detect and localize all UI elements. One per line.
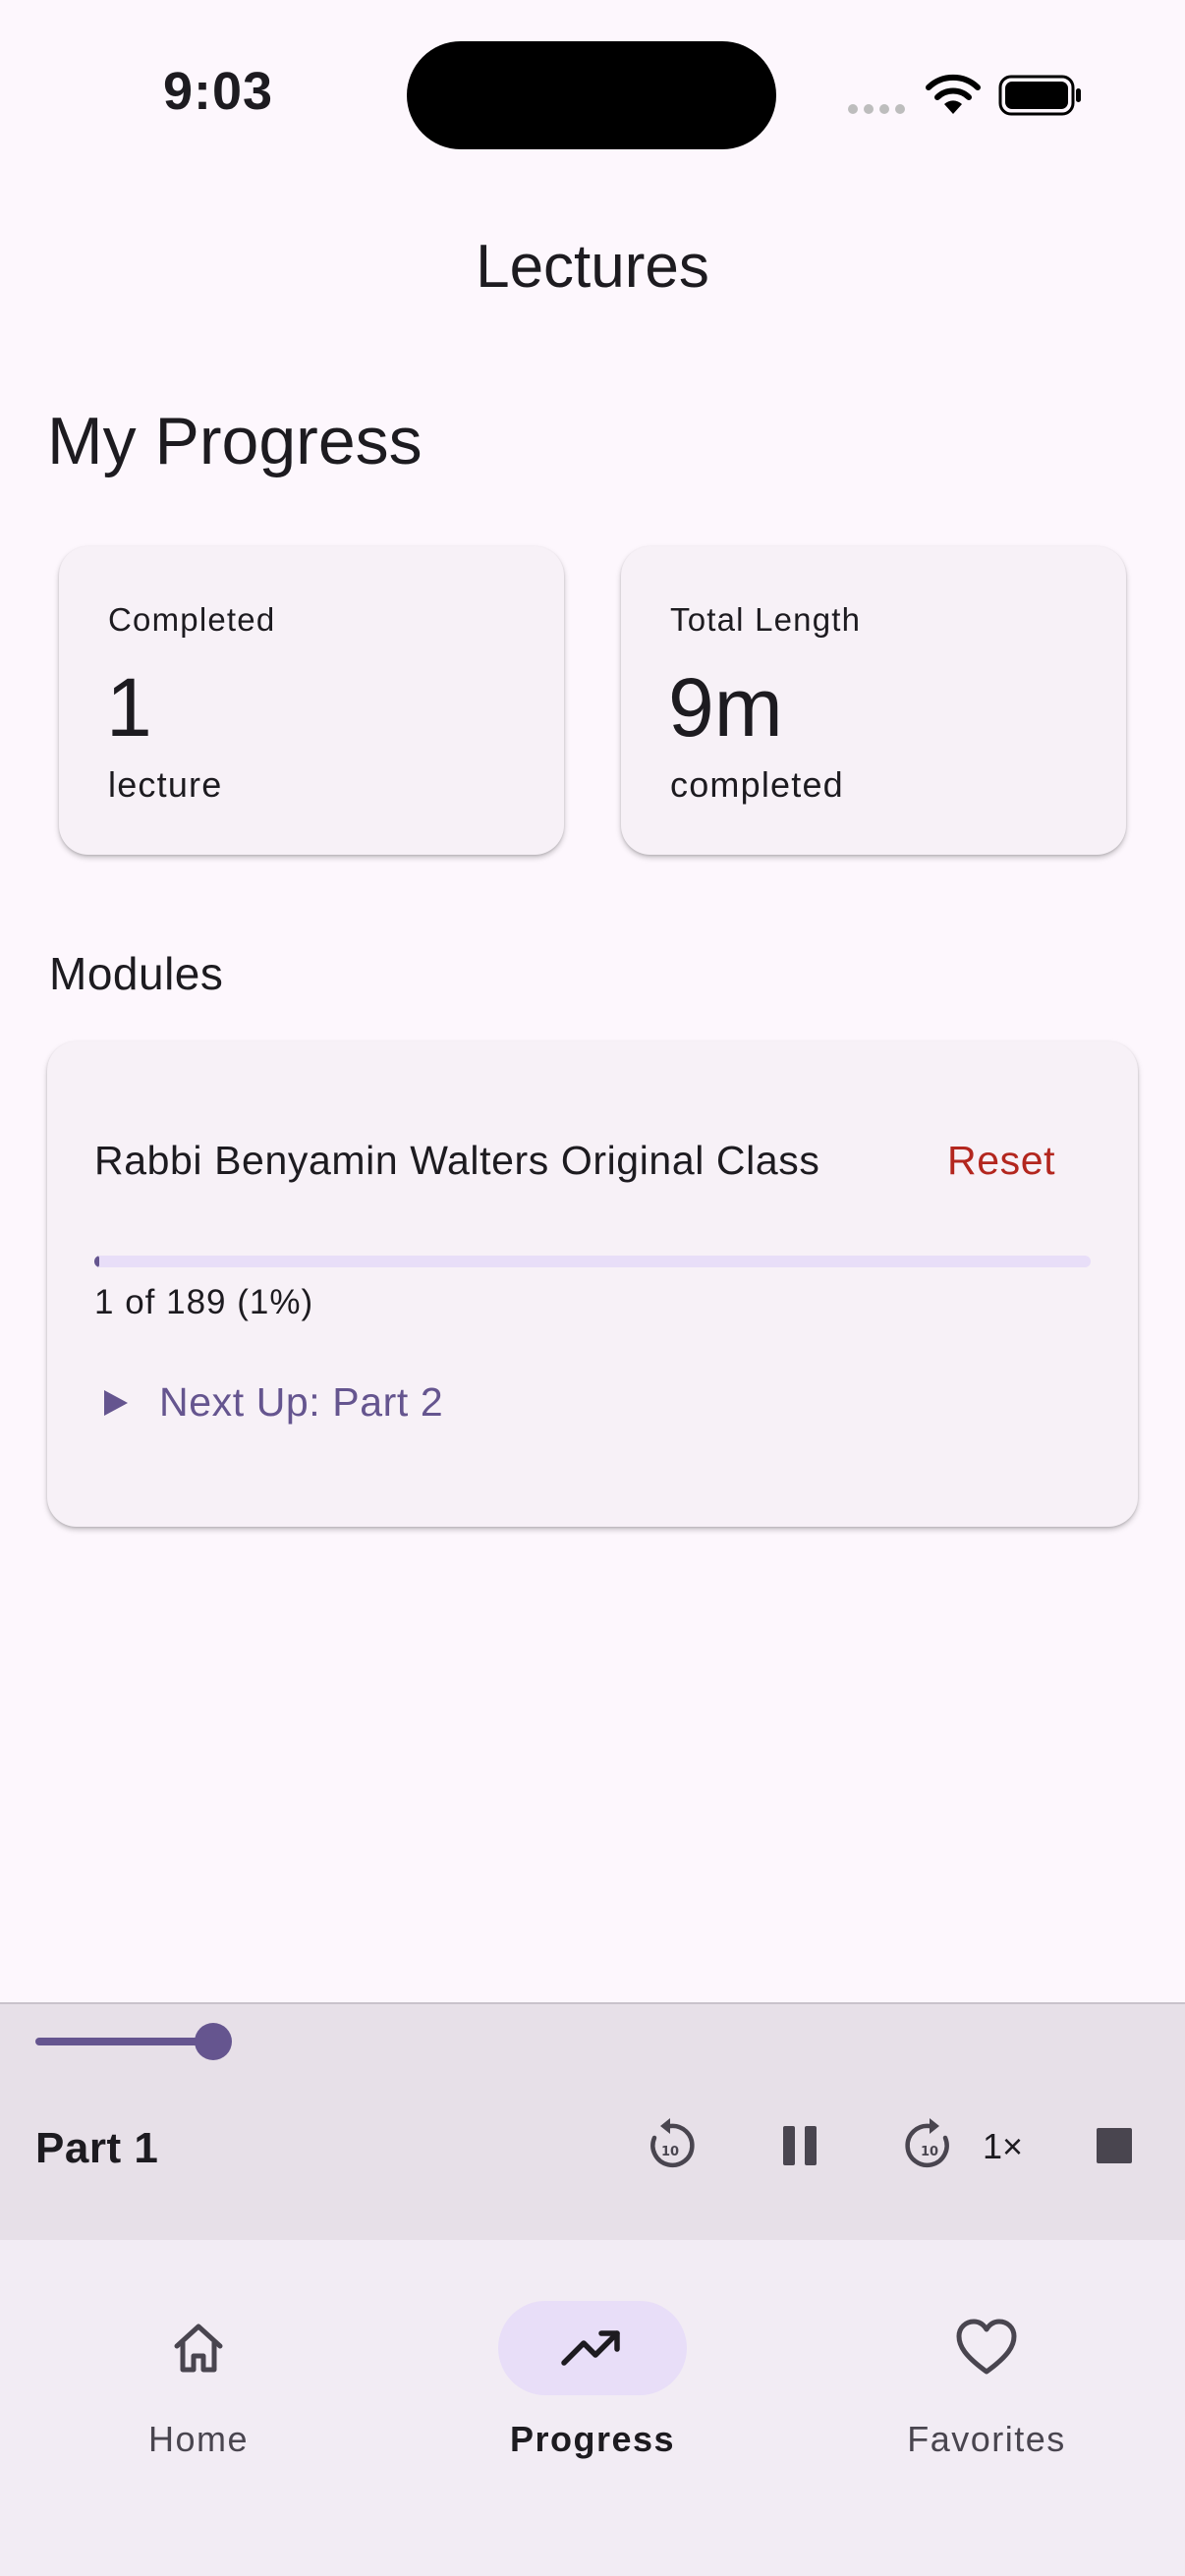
status-time: 9:03 [163, 62, 274, 121]
reset-button[interactable]: Reset [922, 1120, 1081, 1202]
my-progress-title: My Progress [47, 404, 423, 478]
completed-stat-card: Completed 1 lecture [59, 546, 564, 855]
nav-item-favorites[interactable]: Favorites [839, 2279, 1134, 2476]
module-card: Rabbi Benyamin Walters Original Class Re… [47, 1041, 1138, 1527]
completed-label: Completed [108, 601, 276, 638]
nav-pill-favorites [892, 2301, 1081, 2395]
now-playing-title: Part 1 [35, 2124, 159, 2172]
mini-player: Part 1 10 10 1× [0, 2002, 1185, 2242]
bottom-navigation: Home Progress Favorites [0, 2240, 1185, 2576]
dynamic-island [407, 41, 776, 149]
signal-icon [848, 104, 905, 114]
nav-item-home[interactable]: Home [51, 2279, 346, 2476]
battery-icon [998, 75, 1081, 116]
nav-label-favorites: Favorites [907, 2419, 1066, 2459]
seek-bar-fill [35, 2038, 214, 2045]
pause-button[interactable] [761, 2106, 839, 2185]
playback-speed-button[interactable]: 1× [983, 2126, 1023, 2167]
home-icon [174, 2324, 223, 2373]
wifi-icon [926, 74, 981, 114]
nav-pill-home [104, 2301, 293, 2395]
completed-value: 1 [106, 661, 152, 754]
app-bar-title: Lectures [476, 233, 709, 301]
total-length-label: Total Length [670, 601, 862, 638]
nav-pill-progress [498, 2301, 687, 2395]
seek-bar[interactable] [35, 2023, 1150, 2060]
total-length-stat-card: Total Length 9m completed [621, 546, 1126, 855]
module-progress-bar [94, 1256, 1091, 1267]
total-length-unit: completed [670, 764, 844, 805]
nav-item-progress[interactable]: Progress [445, 2279, 740, 2476]
module-progress-fill [94, 1256, 100, 1267]
nav-label-progress: Progress [509, 2419, 676, 2459]
total-length-value: 9m [668, 661, 783, 754]
svg-text:10: 10 [661, 2145, 679, 2159]
completed-unit: lecture [108, 764, 223, 805]
heart-icon [956, 2319, 1017, 2375]
modules-title: Modules [49, 948, 224, 999]
module-progress-text: 1 of 189 (1%) [94, 1283, 314, 1321]
module-name: Rabbi Benyamin Walters Original Class [94, 1138, 820, 1183]
stop-icon [1097, 2128, 1132, 2163]
next-up-button[interactable]: Next Up: Part 2 [90, 1366, 455, 1439]
play-arrow-icon [104, 1389, 128, 1416]
seek-bar-thumb[interactable] [195, 2023, 233, 2060]
next-up-label: Next Up: Part 2 [159, 1379, 444, 1425]
forward-10-button[interactable]: 10 [890, 2106, 969, 2185]
stop-button[interactable] [1075, 2106, 1154, 2185]
rewind-10-icon: 10 [650, 2118, 695, 2168]
nav-label-home: Home [147, 2419, 250, 2459]
pause-icon [783, 2126, 817, 2165]
forward-10-icon: 10 [905, 2118, 949, 2168]
rewind-10-button[interactable]: 10 [631, 2106, 709, 2185]
svg-text:10: 10 [921, 2145, 938, 2159]
trending-up-icon [561, 2330, 620, 2366]
